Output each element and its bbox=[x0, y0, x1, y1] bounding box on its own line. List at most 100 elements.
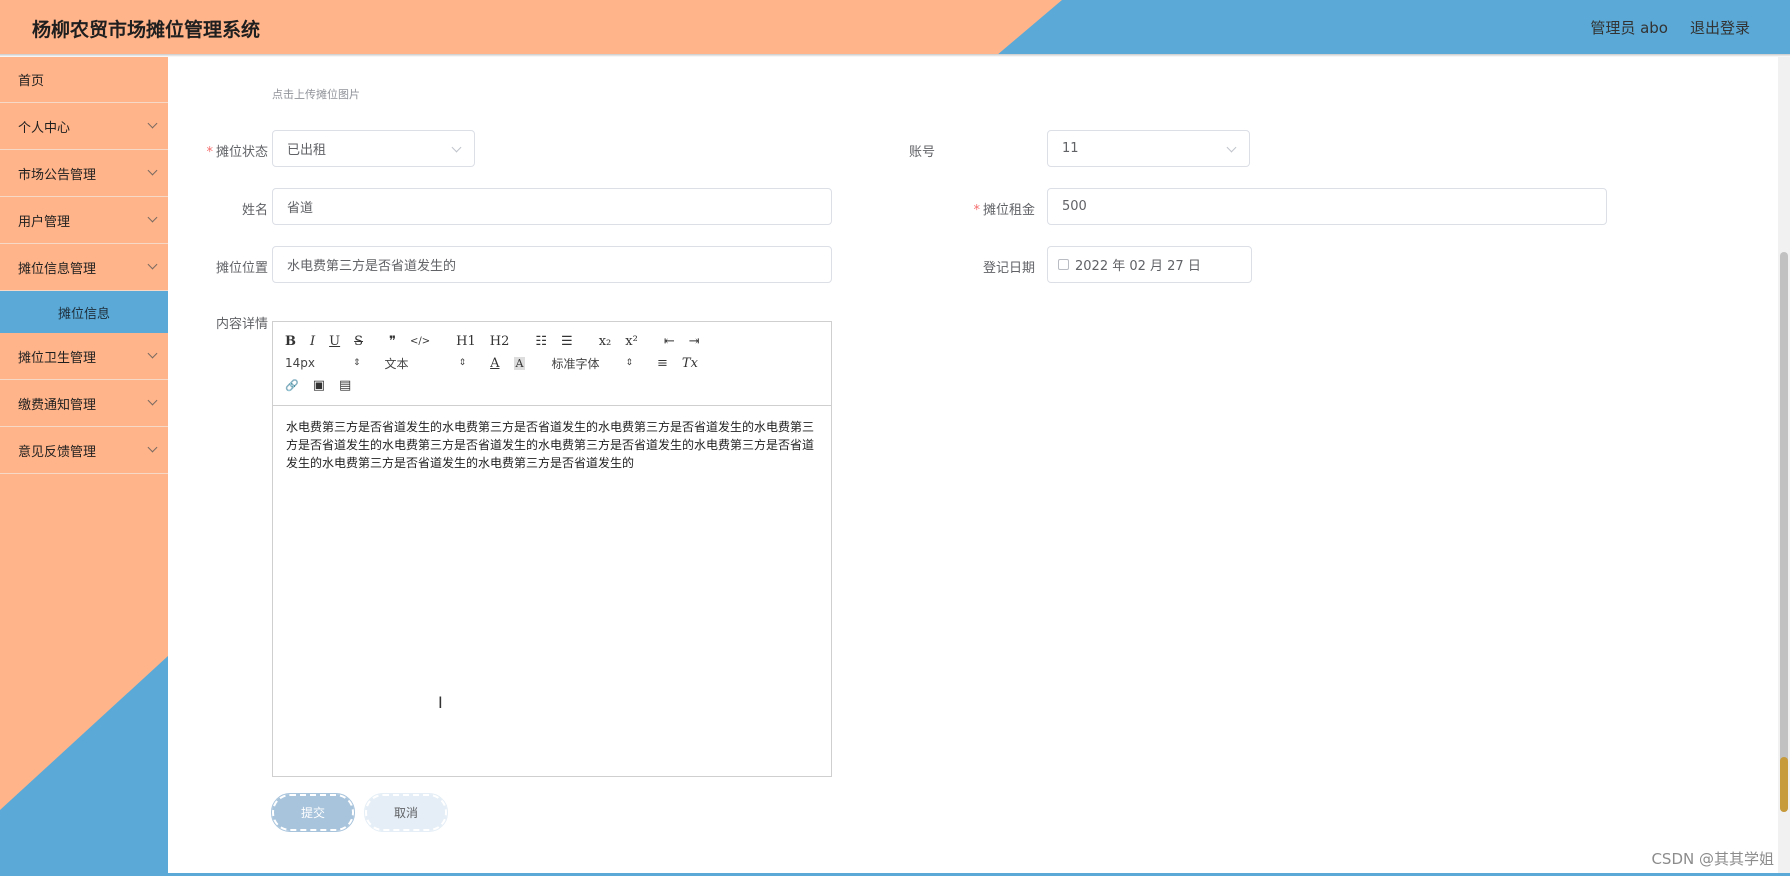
sidebar-item-payment[interactable]: 缴费通知管理 bbox=[0, 380, 168, 427]
app-title: 杨柳农贸市场摊位管理系统 bbox=[32, 19, 261, 41]
scrollbar-thumb[interactable] bbox=[1780, 252, 1788, 812]
name-value: 省道 bbox=[287, 201, 314, 216]
text-cursor-icon: I bbox=[438, 693, 443, 712]
top-header: 杨柳农贸市场摊位管理系统 管理员 abo 退出登录 bbox=[0, 0, 1790, 54]
toolbar-row-3: 🔗 ▣ ▤ bbox=[285, 374, 365, 396]
rent-input[interactable]: 500 bbox=[1047, 188, 1607, 225]
scrollbar-active-thumb[interactable] bbox=[1780, 757, 1788, 812]
font-family-select[interactable]: 标准字体 ⇕ bbox=[551, 355, 633, 372]
bold-icon[interactable]: B bbox=[285, 334, 296, 349]
sidebar-item-feedback[interactable]: 意见反馈管理 bbox=[0, 427, 168, 474]
chevron-down-icon bbox=[147, 118, 158, 129]
status-label: * 摊位状态 bbox=[206, 145, 268, 160]
location-label: 摊位位置 bbox=[215, 261, 268, 276]
sidebar: 首页 个人中心 市场公告管理 用户管理 摊位信息管理 摊位信息 摊位卫生管理 缴… bbox=[0, 57, 168, 876]
sidebar-item-announcements[interactable]: 市场公告管理 bbox=[0, 150, 168, 197]
page-scrollbar[interactable] bbox=[1778, 57, 1790, 873]
content-label: 内容详情 bbox=[215, 317, 268, 332]
italic-icon[interactable]: I bbox=[310, 334, 315, 349]
calendar-icon bbox=[1058, 259, 1069, 270]
code-icon[interactable]: </> bbox=[410, 336, 430, 347]
font-size-select[interactable]: 14px ⇕ bbox=[285, 356, 361, 370]
background-color-icon[interactable]: A bbox=[513, 356, 526, 370]
bullet-list-icon[interactable]: ☰ bbox=[561, 334, 573, 349]
date-value: 2022 年 02 月 27 日 bbox=[1075, 259, 1201, 274]
font-color-icon[interactable]: A bbox=[490, 356, 499, 371]
chevron-down-icon bbox=[147, 259, 158, 270]
sidebar-blue-corner bbox=[0, 656, 168, 876]
header-actions: 管理员 abo 退出登录 bbox=[1590, 17, 1750, 38]
status-select[interactable]: 已出租 bbox=[272, 130, 475, 167]
sidebar-item-label: 首页 bbox=[18, 74, 45, 89]
sidebar-item-label: 个人中心 bbox=[18, 120, 71, 136]
chevron-down-icon bbox=[147, 165, 158, 176]
sidebar-menu: 首页 个人中心 市场公告管理 用户管理 摊位信息管理 摊位信息 摊位卫生管理 缴… bbox=[0, 57, 168, 474]
video-icon[interactable]: ▤ bbox=[339, 378, 351, 393]
name-label: 姓名 bbox=[241, 203, 268, 218]
sidebar-item-label: 市场公告管理 bbox=[18, 167, 97, 183]
watermark: CSDN @其其学姐 bbox=[1651, 850, 1774, 868]
editor-toolbar: B I U S ❞ </> H1 H2 ☷ ☰ x₂ x² ⇤ ⇥ 14px ⇕… bbox=[273, 322, 831, 406]
sidebar-subitem-label: 摊位信息 bbox=[57, 306, 110, 322]
image-icon[interactable]: ▣ bbox=[313, 378, 325, 393]
quote-icon[interactable]: ❞ bbox=[389, 334, 396, 349]
sidebar-item-profile[interactable]: 个人中心 bbox=[0, 103, 168, 150]
updown-icon: ⇕ bbox=[353, 358, 361, 368]
subscript-icon[interactable]: x₂ bbox=[599, 334, 612, 349]
sidebar-item-home[interactable]: 首页 bbox=[0, 57, 168, 103]
strike-icon[interactable]: S bbox=[354, 334, 363, 349]
header-select[interactable]: 文本 ⇕ bbox=[385, 355, 467, 372]
sidebar-item-stall-info[interactable]: 摊位信息管理 bbox=[0, 244, 168, 291]
align-icon[interactable]: ≡ bbox=[657, 356, 668, 371]
chevron-down-icon bbox=[451, 142, 462, 153]
ordered-list-icon[interactable]: ☷ bbox=[535, 334, 547, 349]
main-content: 点击上传摊位图片 * 摊位状态 已出租 账号 11 姓名 省道 * 摊位租金 500… bbox=[168, 57, 1778, 873]
sidebar-item-label: 意见反馈管理 bbox=[18, 444, 97, 460]
updown-icon: ⇕ bbox=[625, 358, 634, 368]
submit-button[interactable]: 提交 bbox=[271, 793, 355, 832]
date-picker[interactable]: 2022 年 02 月 27 日 bbox=[1047, 246, 1252, 283]
sidebar-item-label: 用户管理 bbox=[18, 214, 71, 230]
rich-text-editor: B I U S ❞ </> H1 H2 ☷ ☰ x₂ x² ⇤ ⇥ 14px ⇕… bbox=[272, 321, 832, 777]
account-select[interactable]: 11 bbox=[1047, 130, 1250, 167]
rent-label: * 摊位租金 bbox=[973, 203, 1035, 218]
sidebar-item-label: 摊位信息管理 bbox=[18, 261, 97, 277]
upload-hint[interactable]: 点击上传摊位图片 bbox=[272, 86, 360, 102]
location-value: 水电费第三方是否省道发生的 bbox=[287, 259, 457, 274]
underline-icon[interactable]: U bbox=[329, 334, 340, 349]
font-size-value: 14px bbox=[285, 356, 315, 370]
font-family-value: 标准字体 bbox=[551, 356, 600, 371]
account-value: 11 bbox=[1062, 141, 1079, 156]
toolbar-row-1: B I U S ❞ </> H1 H2 ☷ ☰ x₂ x² ⇤ ⇥ bbox=[285, 330, 714, 352]
logout-link[interactable]: 退出登录 bbox=[1690, 17, 1750, 38]
chevron-down-icon bbox=[147, 395, 158, 406]
rent-value: 500 bbox=[1062, 199, 1087, 214]
updown-icon: ⇕ bbox=[458, 358, 467, 368]
name-input[interactable]: 省道 bbox=[272, 188, 832, 225]
outdent-icon[interactable]: ⇤ bbox=[664, 334, 675, 349]
indent-icon[interactable]: ⇥ bbox=[689, 334, 700, 349]
sidebar-item-hygiene[interactable]: 摊位卫生管理 bbox=[0, 333, 168, 380]
superscript-icon[interactable]: x² bbox=[625, 334, 638, 349]
header-value: 文本 bbox=[384, 356, 409, 371]
sidebar-item-users[interactable]: 用户管理 bbox=[0, 197, 168, 244]
account-label: 账号 bbox=[908, 145, 935, 160]
chevron-down-icon bbox=[147, 442, 158, 453]
user-label: 管理员 abo bbox=[1590, 19, 1668, 37]
cancel-button[interactable]: 取消 bbox=[364, 793, 448, 832]
clear-format-icon[interactable]: Tx bbox=[682, 356, 698, 371]
chevron-down-icon bbox=[1226, 142, 1237, 153]
link-icon[interactable]: 🔗 bbox=[285, 379, 299, 392]
h2-icon[interactable]: H2 bbox=[490, 334, 510, 349]
chevron-down-icon bbox=[147, 212, 158, 223]
status-value: 已出租 bbox=[287, 143, 327, 158]
toolbar-row-2: 14px ⇕ 文本 ⇕ A A 标准字体 ⇕ ≡ Tx bbox=[285, 352, 712, 374]
h1-icon[interactable]: H1 bbox=[456, 334, 476, 349]
sidebar-item-label: 摊位卫生管理 bbox=[18, 350, 97, 366]
editor-content[interactable]: 水电费第三方是否省道发生的水电费第三方是否省道发生的水电费第三方是否省道发生的水… bbox=[273, 406, 831, 484]
date-label: 登记日期 bbox=[982, 261, 1035, 276]
sidebar-subitem-stall-info[interactable]: 摊位信息 bbox=[0, 291, 168, 333]
sidebar-item-label: 缴费通知管理 bbox=[18, 397, 97, 413]
chevron-down-icon bbox=[147, 348, 158, 359]
location-input[interactable]: 水电费第三方是否省道发生的 bbox=[272, 246, 832, 283]
